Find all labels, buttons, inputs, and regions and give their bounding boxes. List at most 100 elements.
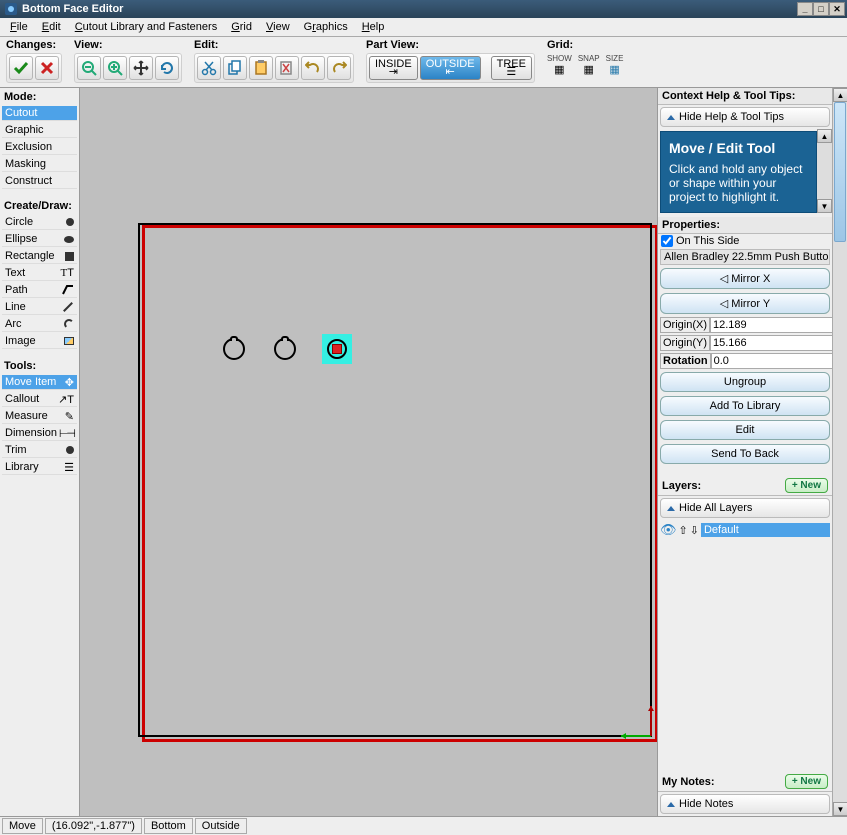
tool-dimension[interactable]: Dimension⊢⊣ xyxy=(2,426,77,441)
new-note-button[interactable]: + New xyxy=(785,774,828,789)
shape-rectangle[interactable]: Rectangle xyxy=(2,249,77,264)
shape-text[interactable]: TextTT xyxy=(2,266,77,281)
line-icon xyxy=(60,306,74,308)
mode-masking[interactable]: Masking xyxy=(2,157,77,172)
menu-view[interactable]: View xyxy=(260,20,296,34)
new-layer-button[interactable]: + New xyxy=(785,478,828,493)
edit-label: Edit: xyxy=(194,39,354,51)
tool-move[interactable]: Move Item✥ xyxy=(2,375,77,390)
shape-path[interactable]: Path xyxy=(2,283,77,298)
minimize-button[interactable]: _ xyxy=(797,2,813,16)
delete-button[interactable] xyxy=(275,56,299,80)
hide-notes-toggle[interactable]: Hide Notes xyxy=(660,794,830,814)
toolbar: Changes: View: Edit: Part View: INSIDE⇥ xyxy=(0,37,847,88)
outside-button[interactable]: OUTSIDE⇤ xyxy=(420,56,481,80)
close-button[interactable]: ✕ xyxy=(829,2,845,16)
visibility-icon[interactable]: 👁 xyxy=(660,522,677,538)
layer-down-icon[interactable]: ⇩ xyxy=(690,524,699,537)
notes-header: My Notes: xyxy=(662,776,715,788)
move-icon: ✥ xyxy=(60,376,74,389)
scroll-down-icon[interactable]: ▼ xyxy=(833,802,847,816)
status-bar: Move (16.092",-1.877") Bottom Outside xyxy=(0,816,847,835)
grid-snap-button[interactable]: ▦ xyxy=(584,63,594,76)
on-this-side-checkbox[interactable] xyxy=(661,235,673,247)
help-box: Move / Edit Tool Click and hold any obje… xyxy=(660,131,817,213)
view-label: View: xyxy=(74,39,182,51)
tool-trim[interactable]: Trim xyxy=(2,443,77,458)
tool-measure[interactable]: Measure✎ xyxy=(2,409,77,424)
window-title: Bottom Face Editor xyxy=(22,3,123,15)
accept-button[interactable] xyxy=(9,56,33,80)
origin-x-input[interactable] xyxy=(710,317,832,333)
cutout-circle-1[interactable] xyxy=(223,338,245,360)
zoom-out-button[interactable] xyxy=(77,56,101,80)
menu-grid[interactable]: Grid xyxy=(225,20,258,34)
layer-up-icon[interactable]: ⇧ xyxy=(679,524,688,537)
cut-button[interactable] xyxy=(197,56,221,80)
layer-row-default[interactable]: 👁 ⇧ ⇩ Default xyxy=(660,522,830,538)
changes-label: Changes: xyxy=(6,39,62,51)
menu-edit[interactable]: Edit xyxy=(36,20,67,34)
maximize-button[interactable]: □ xyxy=(813,2,829,16)
origin-y-input[interactable] xyxy=(710,335,832,351)
shape-ellipse[interactable]: Ellipse xyxy=(2,232,77,247)
create-header: Create/Draw: xyxy=(2,199,77,213)
shape-image[interactable]: Image xyxy=(2,334,77,349)
status-view: Outside xyxy=(195,818,247,834)
zoom-in-button[interactable] xyxy=(103,56,127,80)
scroll-up-icon[interactable]: ▲ xyxy=(817,129,832,143)
inside-button[interactable]: INSIDE⇥ xyxy=(369,56,418,80)
tool-library[interactable]: Library☰ xyxy=(2,460,77,475)
copy-button[interactable] xyxy=(223,56,247,80)
mirror-y-button[interactable]: ◁ Mirror Y xyxy=(660,293,830,314)
grid-size-button[interactable]: ▦ xyxy=(609,63,619,76)
rotation-input[interactable] xyxy=(711,353,832,369)
send-to-back-button[interactable]: Send To Back xyxy=(660,444,830,464)
cancel-button[interactable] xyxy=(35,56,59,80)
mode-exclusion[interactable]: Exclusion xyxy=(2,140,77,155)
shape-circle[interactable]: Circle xyxy=(2,215,77,230)
menu-graphics[interactable]: Graphics xyxy=(298,20,354,34)
mirror-x-button[interactable]: ◁ Mirror X xyxy=(660,268,830,289)
shape-arc[interactable]: Arc xyxy=(2,317,77,332)
edit-button[interactable]: Edit xyxy=(660,420,830,440)
refresh-button[interactable] xyxy=(155,56,179,80)
menu-help[interactable]: Help xyxy=(356,20,391,34)
menu-file[interactable]: File xyxy=(4,20,34,34)
shape-line[interactable]: Line xyxy=(2,300,77,315)
app-icon xyxy=(4,2,18,16)
hide-layers-toggle[interactable]: Hide All Layers xyxy=(660,498,830,518)
mode-cutout[interactable]: Cutout xyxy=(2,106,77,121)
scroll-down-icon[interactable]: ▼ xyxy=(817,199,832,213)
layer-name[interactable]: Default xyxy=(701,523,830,537)
status-coords: (16.092",-1.877") xyxy=(45,818,142,834)
rectangle-icon xyxy=(60,252,74,261)
add-to-library-button[interactable]: Add To Library xyxy=(660,396,830,416)
library-icon: ☰ xyxy=(60,461,74,474)
hide-help-toggle[interactable]: Hide Help & Tool Tips xyxy=(660,107,830,127)
right-scrollbar[interactable]: ▲ ▼ xyxy=(832,88,847,816)
selected-object[interactable] xyxy=(322,334,352,364)
mode-graphic[interactable]: Graphic xyxy=(2,123,77,138)
paste-button[interactable] xyxy=(249,56,273,80)
help-scrollbar[interactable]: ▲ ▼ xyxy=(817,129,832,213)
mode-construct[interactable]: Construct xyxy=(2,174,77,189)
tree-button[interactable]: TREE☰ xyxy=(491,56,532,80)
undo-button[interactable] xyxy=(301,56,325,80)
canvas[interactable] xyxy=(80,88,657,816)
menu-bar: File Edit Cutout Library and Fasteners G… xyxy=(0,18,847,37)
scroll-thumb[interactable] xyxy=(834,102,846,242)
pan-button[interactable] xyxy=(129,56,153,80)
tool-callout[interactable]: Callout↗T xyxy=(2,392,77,407)
scroll-up-icon[interactable]: ▲ xyxy=(833,88,847,102)
context-help-header: Context Help & Tool Tips: xyxy=(658,88,832,105)
grid-show-button[interactable]: ▦ xyxy=(554,63,564,76)
properties-header: Properties: xyxy=(658,217,832,234)
cutout-circle-2[interactable] xyxy=(274,338,296,360)
ungroup-button[interactable]: Ungroup xyxy=(660,372,830,392)
panel-bounds xyxy=(138,223,652,737)
circle-icon xyxy=(60,218,74,226)
layers-header: Layers: xyxy=(662,480,701,492)
redo-button[interactable] xyxy=(327,56,351,80)
menu-cutout-library[interactable]: Cutout Library and Fasteners xyxy=(69,20,223,34)
